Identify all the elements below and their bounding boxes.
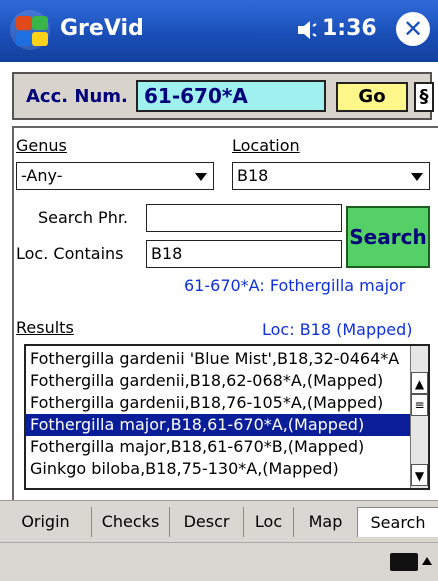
loc-contains-input[interactable]: B18: [146, 240, 342, 268]
genus-select[interactable]: -Any-: [16, 162, 214, 190]
search-phrase-label: Search Phr.: [38, 208, 129, 227]
location-select-value: B18: [237, 166, 269, 185]
scroll-thumb[interactable]: ≡: [411, 394, 428, 416]
accession-panel: Acc. Num. 61-670*A Go §: [12, 72, 434, 120]
flag-yellow-icon: [32, 32, 48, 46]
location-select[interactable]: B18: [232, 162, 430, 190]
chevron-down-icon: [411, 173, 423, 181]
genus-label: Genus: [16, 136, 67, 155]
loc-contains-label: Loc. Contains: [16, 244, 124, 263]
go-button[interactable]: Go: [336, 82, 408, 112]
section-button[interactable]: §: [414, 82, 434, 112]
results-label: Results: [16, 318, 74, 337]
tab-map[interactable]: Map: [294, 507, 358, 537]
app-title: GreVid: [60, 16, 144, 41]
tab-loc[interactable]: Loc: [244, 507, 294, 537]
list-item[interactable]: Fothergilla gardenii,B18,62-068*A,(Mappe…: [26, 370, 412, 392]
tab-checks[interactable]: Checks: [92, 507, 170, 537]
scroll-up-icon[interactable]: ▲: [411, 372, 428, 394]
list-item[interactable]: Fothergilla major,B18,61-670*B,(Mapped): [26, 436, 412, 458]
flag-red-icon: [16, 16, 32, 30]
status-text: 61-670*A: Fothergilla major: [184, 276, 406, 295]
search-phrase-input[interactable]: [146, 204, 342, 232]
list-item[interactable]: Ginkgo biloba,B18,75-130*A,(Mapped): [26, 458, 412, 480]
acc-num-input[interactable]: 61-670*A: [136, 80, 326, 112]
search-button[interactable]: Search: [346, 206, 430, 268]
loc-mapped-text: Loc: B18 (Mapped): [262, 320, 413, 339]
tab-origin[interactable]: Origin: [0, 507, 92, 537]
list-item[interactable]: Fothergilla gardenii 'Blue Mist',B18,32-…: [26, 348, 412, 370]
acc-num-label: Acc. Num.: [26, 86, 128, 107]
tab-descr[interactable]: Descr: [170, 507, 244, 537]
flag-green-icon: [32, 16, 48, 30]
windows-start-icon[interactable]: [10, 10, 50, 50]
location-label: Location: [232, 136, 300, 155]
vertical-scrollbar[interactable]: ▲ ≡ ▼: [410, 346, 428, 488]
close-button[interactable]: ✕: [396, 12, 430, 46]
search-panel: Genus -Any- Location B18 Search Phr. Loc…: [12, 126, 438, 500]
list-item[interactable]: Fothergilla gardenii,B18,76-105*A,(Mappe…: [26, 392, 412, 414]
list-item-selected[interactable]: Fothergilla major,B18,61-670*A,(Mapped): [26, 414, 412, 436]
title-bar: GreVid 1:36 ✕: [0, 0, 438, 62]
tab-search[interactable]: Search: [358, 507, 438, 537]
speaker-icon[interactable]: [296, 18, 318, 42]
flag-blue-icon: [16, 32, 32, 46]
results-list[interactable]: Fothergilla gardenii 'Blue Mist',B18,32-…: [24, 344, 430, 490]
clock[interactable]: 1:36: [322, 16, 377, 41]
tab-bar: Origin Checks Descr Loc Map Search: [0, 500, 438, 542]
keyboard-icon[interactable]: [390, 553, 418, 571]
chevron-up-icon[interactable]: [422, 557, 432, 565]
genus-select-value: -Any-: [21, 166, 63, 185]
scroll-down-icon[interactable]: ▼: [411, 464, 428, 486]
chevron-down-icon: [195, 173, 207, 181]
bottom-bar: [0, 542, 438, 581]
